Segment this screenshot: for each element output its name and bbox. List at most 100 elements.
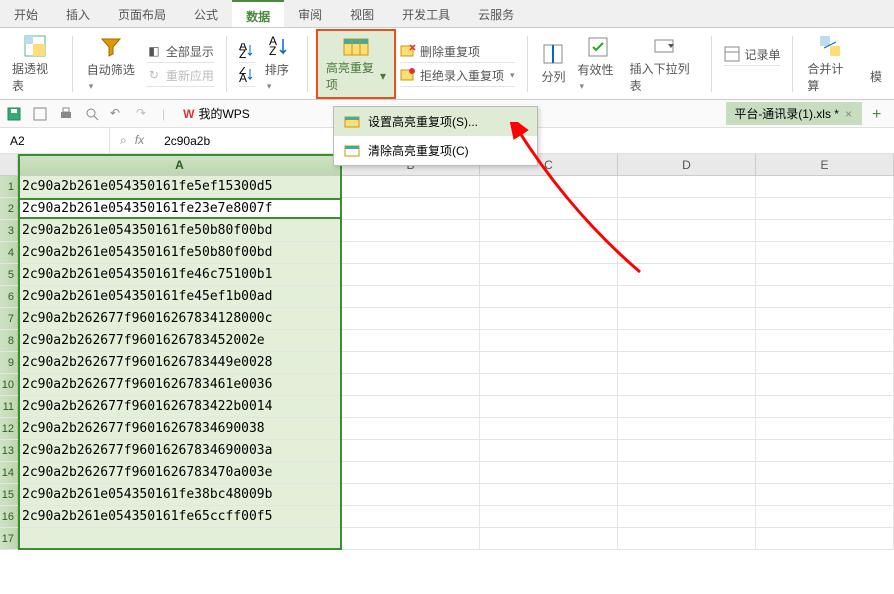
cell[interactable] <box>618 352 756 373</box>
cell[interactable] <box>480 264 618 285</box>
cell[interactable] <box>342 352 480 373</box>
tab-insert[interactable]: 插入 <box>52 0 104 27</box>
cell[interactable] <box>756 440 894 461</box>
cell[interactable] <box>342 176 480 197</box>
cell[interactable]: 2c90a2b262677f9601626783422b0014 <box>18 396 342 417</box>
cell[interactable] <box>342 286 480 307</box>
name-box[interactable]: A2 <box>0 128 110 153</box>
tab-start[interactable]: 开始 <box>0 0 52 27</box>
cell[interactable]: 2c90a2b261e054350161fe46c75100b1 <box>18 264 342 285</box>
row-header[interactable]: 5 <box>0 264 18 285</box>
show-all-button[interactable]: ◧全部显示 <box>146 41 214 63</box>
col-header-A[interactable]: A <box>18 154 342 175</box>
set-highlight-item[interactable]: 设置高亮重复项(S)... <box>334 107 537 136</box>
cell[interactable] <box>480 330 618 351</box>
cell[interactable] <box>480 506 618 527</box>
document-tab[interactable]: 平台-通讯录(1).xls * × <box>726 102 862 125</box>
cell[interactable] <box>756 352 894 373</box>
cell[interactable] <box>618 484 756 505</box>
row-header[interactable]: 1 <box>0 176 18 197</box>
record-form-button[interactable]: 记录单 <box>724 44 780 66</box>
col-header-E[interactable]: E <box>756 154 894 175</box>
cell[interactable] <box>480 418 618 439</box>
sort-desc-button[interactable]: ZA <box>239 65 255 87</box>
cell[interactable] <box>618 286 756 307</box>
remove-duplicates-button[interactable]: 删除重复项 <box>400 41 515 63</box>
cell[interactable] <box>342 484 480 505</box>
row-header[interactable]: 16 <box>0 506 18 527</box>
cell[interactable]: 2c90a2b262677f9601626783461e0036 <box>18 374 342 395</box>
row-header[interactable]: 12 <box>0 418 18 439</box>
wps-home-tab[interactable]: W 我的WPS <box>175 102 258 125</box>
cell[interactable] <box>756 484 894 505</box>
tab-data[interactable]: 数据 <box>232 0 284 27</box>
text-to-columns-button[interactable]: 分列 <box>535 38 571 89</box>
fx-search-icon[interactable]: ⌕ <box>120 133 127 148</box>
cell[interactable] <box>342 396 480 417</box>
cell[interactable] <box>342 528 480 549</box>
sort-asc-button[interactable]: AZ <box>239 41 255 63</box>
redo-icon[interactable]: ↷ <box>136 106 152 122</box>
cell[interactable] <box>618 374 756 395</box>
consolidate-button[interactable]: 合并计算 <box>801 30 858 98</box>
row-header[interactable]: 14 <box>0 462 18 483</box>
cell[interactable] <box>618 220 756 241</box>
save-icon[interactable] <box>6 106 22 122</box>
cell[interactable] <box>480 220 618 241</box>
row-header[interactable]: 3 <box>0 220 18 241</box>
row-header[interactable]: 8 <box>0 330 18 351</box>
cell[interactable] <box>618 264 756 285</box>
cell[interactable] <box>480 462 618 483</box>
cell[interactable] <box>756 462 894 483</box>
cell[interactable] <box>756 198 894 219</box>
cell[interactable] <box>756 506 894 527</box>
cell[interactable] <box>342 330 480 351</box>
cell[interactable] <box>756 286 894 307</box>
cell[interactable] <box>618 528 756 549</box>
cell[interactable] <box>618 396 756 417</box>
cell[interactable] <box>756 308 894 329</box>
tab-dev[interactable]: 开发工具 <box>388 0 464 27</box>
cell[interactable]: 2c90a2b261e054350161fe38bc48009b <box>18 484 342 505</box>
reject-duplicates-button[interactable]: 拒绝录入重复项 <box>400 65 515 87</box>
cell[interactable]: 2c90a2b261e054350161fe50b80f00bd <box>18 242 342 263</box>
highlight-duplicates-button[interactable]: 高亮重复项 ▾ <box>316 29 396 99</box>
cell[interactable] <box>342 506 480 527</box>
cell[interactable]: 2c90a2b261e054350161fe65ccff00f5 <box>18 506 342 527</box>
cell[interactable]: 2c90a2b261e054350161fe45ef1b00ad <box>18 286 342 307</box>
tab-layout[interactable]: 页面布局 <box>104 0 180 27</box>
close-icon[interactable]: × <box>843 107 854 121</box>
cell[interactable]: 2c90a2b262677f96016267834690038 <box>18 418 342 439</box>
cell[interactable]: 2c90a2b261e054350161fe5ef15300d5 <box>18 176 342 197</box>
tab-review[interactable]: 审阅 <box>284 0 336 27</box>
row-header[interactable]: 9 <box>0 352 18 373</box>
cell[interactable] <box>618 198 756 219</box>
cell[interactable] <box>342 308 480 329</box>
preview-icon[interactable] <box>84 106 100 122</box>
cell[interactable]: 2c90a2b262677f9601626783452002e <box>18 330 342 351</box>
cell[interactable] <box>342 440 480 461</box>
row-header[interactable]: 2 <box>0 198 18 219</box>
pivot-table-button[interactable]: 据透视表 <box>6 30 64 98</box>
cell[interactable] <box>342 418 480 439</box>
cell[interactable] <box>342 198 480 219</box>
validity-button[interactable]: 有效性 <box>571 31 623 96</box>
cell[interactable] <box>756 242 894 263</box>
cell[interactable] <box>480 528 618 549</box>
cell[interactable]: 2c90a2b262677f9601626783470a003e <box>18 462 342 483</box>
cell[interactable] <box>480 484 618 505</box>
row-header[interactable]: 10 <box>0 374 18 395</box>
cell[interactable]: 2c90a2b261e054350161fe23e7e8007f <box>18 198 342 219</box>
cell[interactable] <box>618 418 756 439</box>
cell[interactable] <box>342 462 480 483</box>
cell[interactable]: 2c90a2b261e054350161fe50b80f00bd <box>18 220 342 241</box>
print-icon[interactable] <box>58 106 74 122</box>
row-header[interactable]: 17 <box>0 528 18 549</box>
autofilter-button[interactable]: 自动筛选 <box>81 31 142 96</box>
cell[interactable] <box>756 176 894 197</box>
cell[interactable]: 2c90a2b262677f96016267834690003a <box>18 440 342 461</box>
cell[interactable] <box>618 440 756 461</box>
cell[interactable] <box>756 396 894 417</box>
insert-dropdown-button[interactable]: 插入下拉列表 <box>624 30 704 98</box>
col-header-D[interactable]: D <box>618 154 756 175</box>
